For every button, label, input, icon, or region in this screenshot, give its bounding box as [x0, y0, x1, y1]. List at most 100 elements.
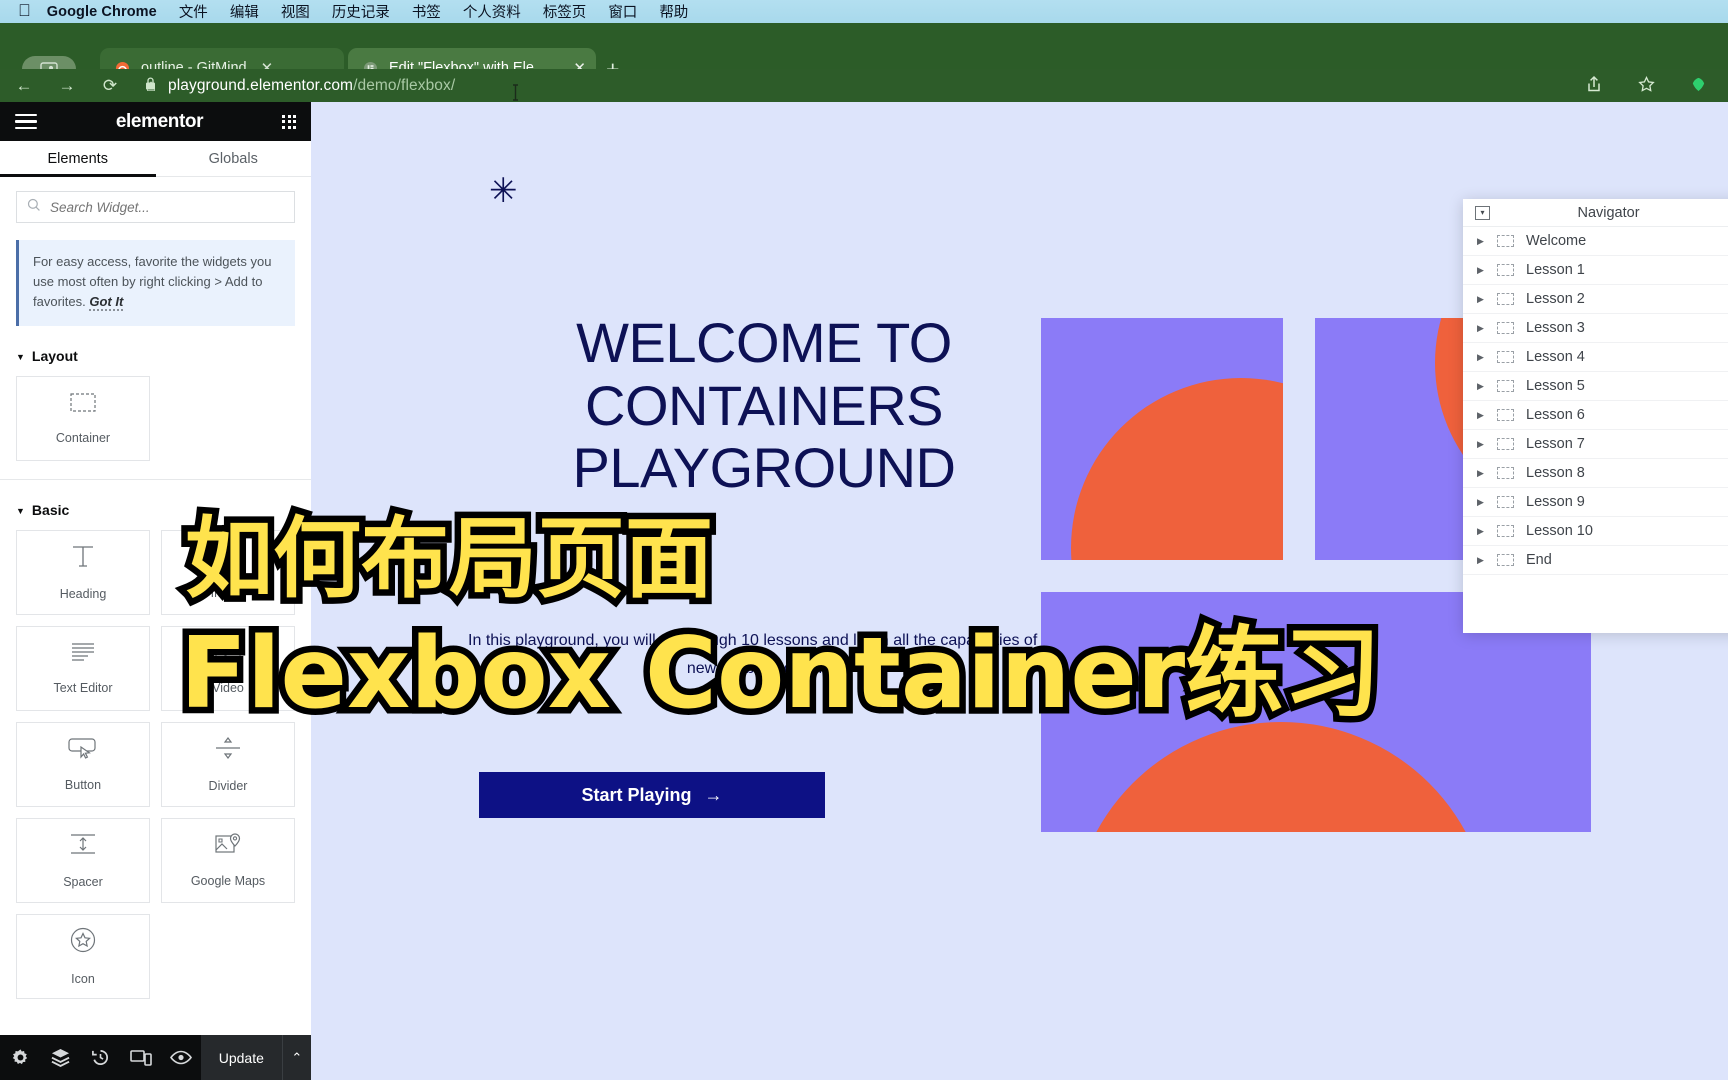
blob-shape-3	[1071, 722, 1491, 832]
caption-line-1: 如何布局页面	[178, 507, 719, 610]
back-button[interactable]: ←	[13, 75, 35, 97]
menubar-item-view[interactable]: 视图	[281, 1, 310, 22]
section-label-layout: Layout	[31, 348, 78, 365]
navigator-layers-icon[interactable]	[40, 1035, 80, 1080]
expand-arrow-icon[interactable]: ▶	[1477, 265, 1485, 276]
menubar-item-bookmarks[interactable]: 书签	[412, 1, 441, 22]
menubar-item-file[interactable]: 文件	[179, 1, 208, 22]
text-editor-icon	[70, 642, 96, 667]
star-circle-icon	[70, 927, 96, 958]
heading-t-icon	[70, 544, 96, 573]
google-maps-icon	[215, 833, 241, 860]
settings-gear-icon[interactable]	[0, 1035, 40, 1080]
expand-arrow-icon[interactable]: ▶	[1477, 323, 1485, 334]
tab-elements[interactable]: Elements	[0, 141, 156, 177]
widget-spacer[interactable]: Spacer	[16, 818, 150, 904]
section-icon	[1497, 351, 1514, 363]
widget-label-divider: Divider	[208, 779, 248, 794]
navigator-row-label: Lesson 5	[1526, 378, 1585, 394]
expand-arrow-icon[interactable]: ▶	[1477, 497, 1485, 508]
share-icon[interactable]	[1583, 73, 1605, 95]
tab-globals[interactable]: Globals	[156, 141, 312, 176]
expand-arrow-icon[interactable]: ▶	[1477, 381, 1485, 392]
menubar-item-edit[interactable]: 编辑	[230, 1, 259, 22]
reload-button[interactable]: ⟳	[99, 75, 121, 97]
navigator-row-label: Lesson 6	[1526, 407, 1585, 423]
arrow-right-icon: →	[704, 784, 723, 805]
navigator-row-label: Lesson 2	[1526, 291, 1585, 307]
widget-label-button: Button	[64, 778, 102, 793]
widget-container[interactable]: Container	[16, 376, 150, 462]
widget-grid-layout: Container	[0, 364, 311, 462]
navigator-row[interactable]: ▶ Lesson 2	[1463, 285, 1728, 314]
expand-arrow-icon[interactable]: ▶	[1477, 468, 1485, 479]
menubar-item-tabs[interactable]: 标签页	[543, 1, 587, 22]
panel-header: elementor	[0, 102, 311, 141]
url-text: playground.elementor.com/demo/flexbox/	[168, 77, 455, 95]
panel-footer: Update ⌃	[0, 1035, 311, 1080]
chevron-up-icon[interactable]: ⌃	[281, 1035, 311, 1080]
search-input[interactable]	[50, 199, 284, 215]
expand-arrow-icon[interactable]: ▶	[1477, 294, 1485, 305]
url-domain: playground.elementor.com	[168, 76, 354, 94]
expand-arrow-icon[interactable]: ▶	[1477, 439, 1485, 450]
expand-arrow-icon[interactable]: ▶	[1477, 352, 1485, 363]
menubar-item-profiles[interactable]: 个人资料	[463, 1, 521, 22]
section-icon	[1497, 235, 1514, 247]
navigator-row[interactable]: ▶ Lesson 4	[1463, 343, 1728, 372]
widget-label-text-editor: Text Editor	[53, 681, 113, 696]
navigator-row-label: Lesson 10	[1526, 523, 1593, 539]
page-title[interactable]: WELCOME TO CONTAINERS PLAYGROUND	[479, 311, 1049, 500]
expand-arrow-icon[interactable]: ▶	[1477, 410, 1485, 421]
navigator-row[interactable]: ▶ Welcome	[1463, 227, 1728, 256]
macos-menubar:  Google Chrome 文件 编辑 视图 历史记录 书签 个人资料 标签…	[0, 0, 1728, 23]
section-icon	[1497, 322, 1514, 334]
expand-arrow-icon[interactable]: ▶	[1477, 526, 1485, 537]
tile-image-1[interactable]	[1041, 318, 1283, 560]
address-bar[interactable]: playground.elementor.com/demo/flexbox/	[145, 73, 1728, 98]
expand-arrow-icon[interactable]: ▶	[1477, 555, 1485, 566]
navigator-row[interactable]: ▶ Lesson 9	[1463, 488, 1728, 517]
update-button[interactable]: Update	[201, 1035, 282, 1080]
history-icon[interactable]	[80, 1035, 120, 1080]
navigator-title: Navigator	[1577, 204, 1640, 221]
menubar-app-name[interactable]: Google Chrome	[47, 4, 157, 20]
bookmark-star-icon[interactable]	[1635, 73, 1657, 95]
widget-google-maps[interactable]: Google Maps	[161, 818, 295, 904]
menubar-item-history[interactable]: 历史记录	[332, 1, 390, 22]
navigator-row-label: Lesson 4	[1526, 349, 1585, 365]
navigator-row-label: Welcome	[1526, 233, 1587, 249]
navigator-row[interactable]: ▶ Lesson 1	[1463, 256, 1728, 285]
widget-button[interactable]: Button	[16, 722, 150, 808]
navigator-row[interactable]: ▶ Lesson 7	[1463, 430, 1728, 459]
widget-heading[interactable]: Heading	[16, 530, 150, 616]
navigator-row[interactable]: ▶ End	[1463, 546, 1728, 575]
responsive-mode-icon[interactable]	[121, 1035, 161, 1080]
blob-shape-1	[1071, 378, 1283, 560]
navigator-row-label: Lesson 8	[1526, 465, 1585, 481]
start-playing-button[interactable]: Start Playing →	[479, 772, 825, 818]
extension-icon[interactable]	[1687, 73, 1709, 95]
widget-icon[interactable]: Icon	[16, 914, 150, 1000]
expand-arrow-icon[interactable]: ▶	[1477, 236, 1485, 247]
navigator-row[interactable]: ▶ Lesson 6	[1463, 401, 1728, 430]
search-widget-box[interactable]	[16, 191, 295, 223]
navigator-row[interactable]: ▶ Lesson 3	[1463, 314, 1728, 343]
widget-label-container: Container	[55, 430, 111, 445]
widget-text-editor[interactable]: Text Editor	[16, 626, 150, 712]
navigator-panel[interactable]: ▾ Navigator ▶ Welcome ▶ Lesson 1 ▶ Lesson 2 ▶ L…	[1463, 199, 1728, 633]
menubar-item-help[interactable]: 帮助	[659, 1, 688, 22]
navigator-row[interactable]: ▶ Lesson 10	[1463, 517, 1728, 546]
collapse-icon[interactable]: ▾	[1475, 205, 1490, 220]
hamburger-icon[interactable]	[15, 113, 37, 130]
grid-apps-icon[interactable]	[282, 114, 296, 129]
navigator-row[interactable]: ▶ Lesson 5	[1463, 372, 1728, 401]
preview-eye-icon[interactable]	[161, 1035, 201, 1080]
menubar-item-window[interactable]: 窗口	[608, 1, 637, 22]
navigator-row[interactable]: ▶ Lesson 8	[1463, 459, 1728, 488]
widget-divider[interactable]: Divider	[161, 722, 295, 808]
apple-icon[interactable]: 	[18, 2, 31, 19]
section-title-layout[interactable]: ▼ Layout	[16, 348, 311, 364]
forward-button[interactable]: →	[56, 75, 78, 97]
got-it-button[interactable]: Got It	[89, 294, 124, 312]
